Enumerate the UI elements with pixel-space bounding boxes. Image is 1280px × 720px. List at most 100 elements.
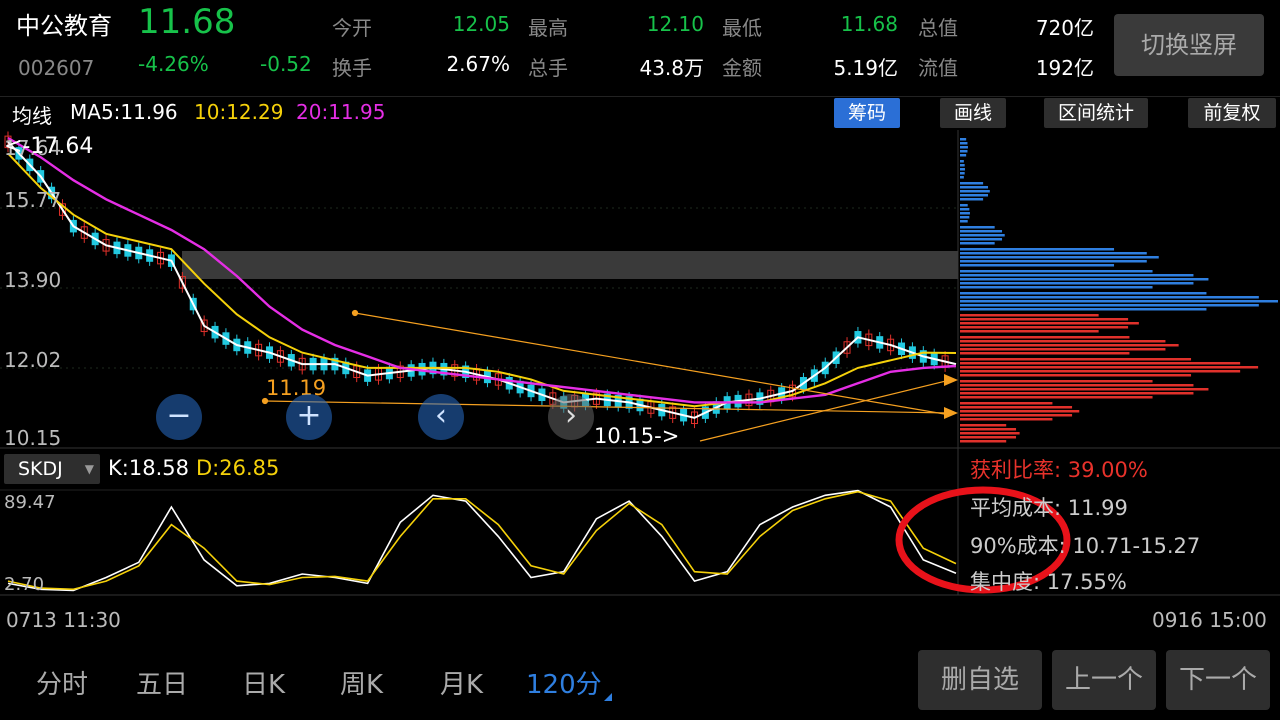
chip-bar	[960, 314, 1099, 317]
chip-bar	[960, 226, 995, 229]
draw-line-button[interactable]: 画线	[940, 98, 1006, 128]
chip-bar	[960, 264, 1115, 267]
chip-bar	[960, 286, 1153, 289]
chip-bar	[960, 234, 1005, 237]
chip-bar	[960, 330, 1099, 333]
high-price-marker: <-17.64	[4, 134, 94, 159]
price-axis-label: 10.15	[4, 426, 62, 450]
chip-bar	[960, 194, 989, 197]
chip-bar	[960, 282, 1194, 285]
skdj-line-d	[7, 490, 957, 591]
change-percent: -4.26%	[138, 52, 209, 76]
chip-bar	[960, 384, 1194, 387]
tab-daily-k[interactable]: 日K	[242, 664, 285, 701]
chip-bar	[960, 220, 968, 223]
quote-label-amount: 金额	[722, 56, 762, 80]
tab-120-min[interactable]: 120分	[526, 664, 612, 701]
chip-bar	[960, 326, 1129, 329]
chip-bar	[960, 292, 1207, 295]
chip-bar	[960, 318, 1129, 321]
quote-value-amount: 5.19亿	[833, 56, 898, 80]
chip-bar	[960, 176, 964, 179]
average-cost: 平均成本: 11.99	[970, 496, 1128, 520]
arrow-right-icon	[944, 374, 958, 386]
concentration: 集中度: 17.55%	[970, 570, 1127, 594]
chip-bar	[960, 300, 1278, 303]
chip-bar	[960, 296, 1259, 299]
chip-bar	[960, 406, 1073, 409]
tab-monthly-k[interactable]: 月K	[440, 664, 483, 701]
zoom-out-icon[interactable]: −	[156, 394, 202, 440]
indicator-axis-label: 89.47	[4, 492, 56, 513]
chip-bar	[960, 168, 965, 171]
price-axis-label: 15.77	[4, 188, 62, 212]
chip-bar	[960, 216, 970, 219]
arrow-right-icon	[944, 407, 958, 419]
chip-bar	[960, 238, 1003, 241]
chip-bar	[960, 396, 1153, 399]
switch-portrait-button[interactable]: 切换竖屏	[1114, 14, 1264, 76]
chip-bar	[960, 212, 970, 215]
stock-name: 中公教育	[16, 12, 112, 40]
chip-bar	[960, 410, 1080, 413]
chip-bar	[960, 182, 984, 185]
next-button[interactable]: 下一个	[1166, 650, 1270, 710]
previous-button[interactable]: 上一个	[1052, 650, 1156, 710]
chip-bar	[960, 352, 1130, 355]
chip-bar	[960, 150, 968, 153]
chip-bar	[960, 190, 990, 193]
tab-weekly-k[interactable]: 周K	[340, 664, 383, 701]
highlight-band	[182, 251, 958, 279]
chip-bar	[960, 230, 1003, 233]
price-axis-label: 13.90	[4, 268, 62, 292]
chip-bar	[960, 260, 1147, 263]
quote-value-high: 12.10	[646, 12, 704, 36]
chip-bar	[960, 256, 1159, 259]
skdj-line-k	[7, 489, 957, 592]
chip-bar	[960, 248, 1115, 251]
chip-bar	[960, 340, 1166, 343]
chip-bar	[960, 164, 965, 167]
indicator-name: SKDJ	[18, 458, 63, 480]
chip-bar	[960, 278, 1209, 281]
ma20-value: 20:11.95	[296, 100, 386, 124]
chip-bar	[960, 270, 1153, 273]
d-value: D:26.85	[196, 456, 280, 480]
range-stats-button[interactable]: 区间统计	[1044, 98, 1148, 128]
quote-label-low: 最低	[722, 16, 762, 40]
chip-bar	[960, 274, 1194, 277]
chip-bar	[960, 304, 1259, 307]
remove-watchlist-button[interactable]: 删自选	[918, 650, 1042, 710]
right-arrow-icon[interactable]: ›	[548, 394, 594, 440]
chip-bar	[960, 322, 1139, 325]
chip-bar	[960, 358, 1192, 361]
chip-bar	[960, 344, 1179, 347]
time-axis-end: 0916 15:00	[1152, 608, 1267, 632]
zoom-in-icon[interactable]: +	[286, 394, 332, 440]
indicator-selector[interactable]: SKDJ ▼	[4, 454, 100, 484]
chip-bar	[960, 392, 1194, 395]
k-value: K:18.58	[108, 456, 189, 480]
chip-bar	[960, 336, 1130, 339]
chip-bar	[960, 154, 967, 157]
quote-label-high: 最高	[528, 16, 568, 40]
quote-value-open: 12.05	[452, 12, 510, 36]
quote-label-float-value: 流值	[918, 56, 958, 80]
quote-value-turnover: 2.67%	[446, 52, 510, 76]
ma5-value: MA5:11.96	[70, 100, 178, 124]
left-arrow-icon[interactable]: ‹	[418, 394, 464, 440]
chip-bar	[960, 414, 1073, 417]
chip-bar	[960, 366, 1259, 369]
tab-intraday[interactable]: 分时	[36, 664, 88, 701]
chip-bar	[960, 252, 1147, 255]
chip-bar	[960, 172, 965, 175]
forward-adjust-button[interactable]: 前复权	[1188, 98, 1276, 128]
profit-ratio: 获利比率: 39.00%	[970, 458, 1148, 482]
chevron-down-icon: ▼	[84, 462, 94, 476]
chip-bar	[960, 436, 1017, 439]
quote-value-total-value: 720亿	[1035, 16, 1094, 40]
chip-distribution-button[interactable]: 筹码	[834, 98, 900, 128]
ma-label: 均线	[12, 104, 52, 128]
tab-five-day[interactable]: 五日	[136, 664, 188, 701]
quote-value-float-value: 192亿	[1035, 56, 1094, 80]
